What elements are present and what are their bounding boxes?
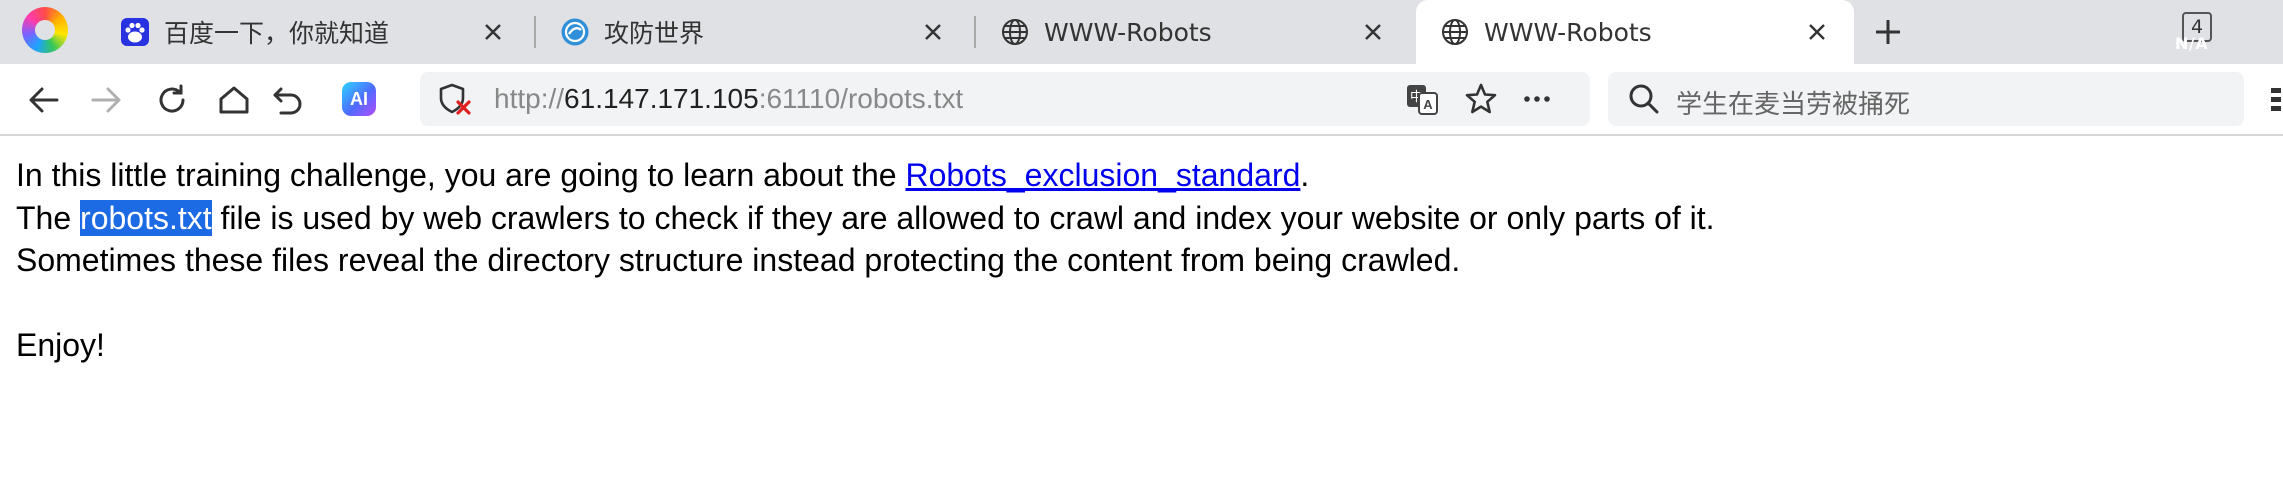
tab-title: 百度一下，你就知道 [164,19,390,48]
adworld-icon [560,17,590,47]
close-tab-icon[interactable] [1802,17,1832,47]
search-box[interactable]: 学生在麦当劳被捅死 [1608,72,2244,126]
address-bar[interactable]: http://61.147.171.105:61110/robots.txt 中… [420,72,1590,126]
reveal-line: Sometimes these files reveal the directo… [16,242,1461,278]
ai-assistant-button[interactable]: AI [342,82,376,116]
description-prefix: The [16,199,81,236]
network-status-text: N/A [2175,34,2209,53]
tab-www-robots-active[interactable]: WWW-Robots [1416,0,1854,64]
robots-description-line: The robots.txt file is used by web crawl… [16,197,2266,240]
tab-strip: 百度一下，你就知道 攻防世界 WWW-Robots WWW-Robots 4 N… [0,0,2283,64]
back-button[interactable] [22,78,66,122]
arrow-right-icon [91,87,121,113]
reload-icon [159,84,185,113]
selected-text-robots[interactable]: robots.txt [80,199,212,236]
close-tab-icon[interactable] [478,17,508,47]
search-input[interactable]: 学生在麦当劳被捅死 [1676,84,1910,121]
intro-line: In this little training challenge, you a… [16,154,2266,197]
arrow-left-icon [29,87,59,113]
description-text: file is used by web crawlers to check if… [211,199,1715,236]
globe-icon [1000,17,1030,47]
globe-icon [1440,17,1470,47]
tab-divider [534,16,536,48]
tab-adworld[interactable]: 攻防世界 [560,0,970,64]
browser-logo-icon[interactable] [22,7,68,53]
not-secure-shield-icon[interactable] [438,82,472,116]
close-tab-icon[interactable] [1358,17,1388,47]
svg-text:A: A [1423,97,1433,112]
favorite-star-icon[interactable] [1464,82,1498,116]
plus-icon [1876,20,1900,44]
url-scheme: http:// [494,83,565,114]
reload-button[interactable] [150,78,194,122]
home-icon [219,86,249,114]
translate-icon[interactable]: 中 A [1405,82,1439,116]
navigation-toolbar: AI http://61.147.171.105:61110/robots.tx… [0,64,2283,136]
intro-text: In this little training challenge, you a… [16,157,906,193]
page-content: In this little training challenge, you a… [16,154,2266,367]
baidu-paw-icon [120,17,150,47]
url-text[interactable]: http://61.147.171.105:61110/robots.txt [494,83,963,115]
tab-title: WWW-Robots [1044,17,1212,47]
sidebar-toggle-icon[interactable] [2268,86,2283,114]
url-path: :61110/robots.txt [758,83,964,114]
intro-period: . [1300,157,1310,193]
tab-baidu[interactable]: 百度一下，你就知道 [120,0,530,64]
search-icon [1628,83,1660,115]
more-options-icon[interactable] [1520,82,1554,116]
tab-title: WWW-Robots [1484,17,1652,47]
tab-divider [974,16,976,48]
tab-title: 攻防世界 [604,19,705,48]
undo-icon [273,87,302,115]
home-button[interactable] [212,78,256,122]
url-host: 61.147.171.105 [564,83,759,114]
tab-www-robots[interactable]: WWW-Robots [1000,0,1410,64]
new-tab-button[interactable] [1868,12,1908,52]
robots-exclusion-standard-link[interactable]: Robots_exclusion_standard [905,157,1300,193]
close-tab-icon[interactable] [918,17,948,47]
enjoy-line: Enjoy! [16,327,105,363]
undo-close-tab-button[interactable] [266,78,310,122]
forward-button[interactable] [84,78,128,122]
